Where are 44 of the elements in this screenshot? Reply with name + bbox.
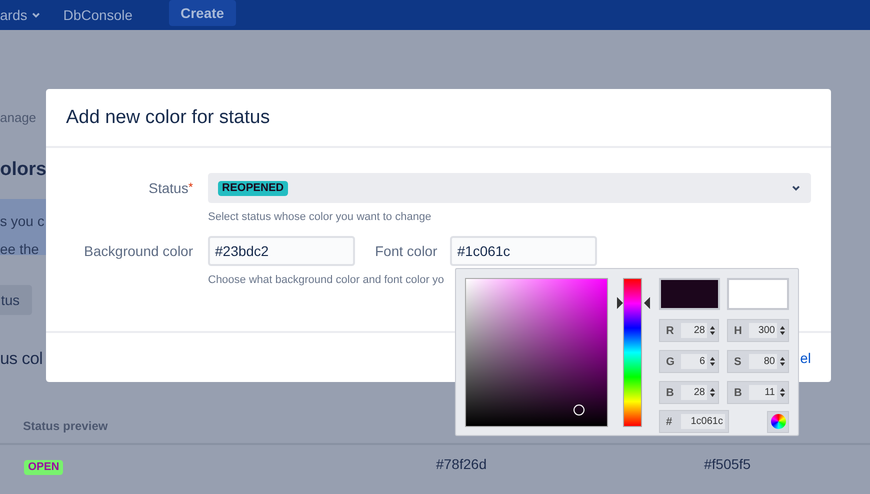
table-cell-text: #78f26d bbox=[436, 455, 488, 474]
value-field[interactable]: S 80 bbox=[727, 350, 789, 373]
spinner-arrows-icon[interactable] bbox=[710, 326, 715, 335]
section-heading: us col bbox=[0, 349, 43, 369]
spinner-arrows-icon[interactable] bbox=[780, 388, 785, 397]
table-cell-text: #f505f5 bbox=[704, 455, 752, 474]
required-mark: * bbox=[188, 180, 193, 194]
value-field[interactable]: G 6 bbox=[659, 350, 719, 373]
value-field[interactable]: H 300 bbox=[727, 319, 789, 342]
info-text: ee the bbox=[0, 241, 40, 257]
hue-slider[interactable] bbox=[616, 278, 648, 427]
background-color-input[interactable]: #23bdc2 bbox=[208, 236, 355, 266]
picker-cursor[interactable] bbox=[573, 404, 584, 416]
column-header: Status preview bbox=[0, 419, 436, 445]
spinner-arrows-icon[interactable] bbox=[780, 326, 785, 335]
nav-item[interactable]: ards bbox=[0, 7, 42, 23]
cancel-link[interactable]: el bbox=[800, 350, 811, 366]
status-badge: OPEN bbox=[24, 460, 64, 475]
hex-field[interactable]: # 1c061c bbox=[659, 410, 729, 433]
help-text: Choose what background color and font color yo bbox=[208, 274, 446, 286]
value-field[interactable]: B 28 bbox=[659, 381, 719, 404]
status-select[interactable]: REOPENED bbox=[208, 173, 811, 203]
info-text: s you c bbox=[0, 213, 46, 229]
value-field[interactable]: R 28 bbox=[659, 319, 719, 342]
field-label: Status bbox=[148, 180, 188, 196]
page-heading: olors bbox=[0, 159, 46, 181]
color-wheel-button[interactable] bbox=[767, 410, 789, 432]
status-badge: REOPENED bbox=[218, 180, 288, 196]
value-field[interactable]: B 11 bbox=[727, 381, 789, 404]
spinner-arrows-icon[interactable] bbox=[710, 388, 715, 397]
chevron-down-icon bbox=[791, 183, 801, 193]
dialog-title: Add new color for status bbox=[66, 106, 270, 128]
help-text: Select status whose color you want to change bbox=[208, 211, 432, 223]
field-label: Font color bbox=[375, 243, 438, 259]
spinner-arrows-icon[interactable] bbox=[710, 357, 715, 366]
saturation-brightness-area[interactable] bbox=[465, 278, 608, 427]
font-color-input[interactable]: #1c061c bbox=[450, 236, 598, 266]
chevron-down-icon bbox=[31, 10, 42, 20]
spinner-arrows-icon[interactable] bbox=[780, 357, 785, 366]
nav-item[interactable]: DbConsole bbox=[63, 7, 132, 23]
field-label: Background color bbox=[83, 243, 193, 259]
create-button[interactable]: Create bbox=[168, 0, 236, 26]
status-button[interactable]: tus bbox=[0, 285, 32, 315]
hue-slider-handle[interactable] bbox=[616, 297, 650, 310]
